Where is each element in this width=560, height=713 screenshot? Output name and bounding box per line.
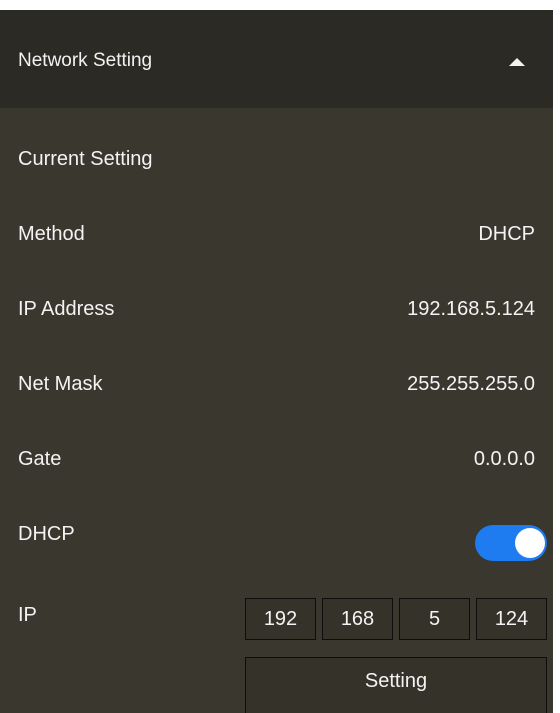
- ip-octet-3-input[interactable]: [399, 598, 470, 640]
- ip-octet-4-input[interactable]: [476, 598, 547, 640]
- toggle-knob: [515, 528, 545, 558]
- ip-address-value: 192.168.5.124: [407, 298, 535, 320]
- gate-label: Gate: [18, 448, 62, 470]
- ip-octet-2-input[interactable]: [322, 598, 393, 640]
- current-setting-heading: Current Setting: [18, 148, 153, 170]
- net-mask-value: 255.255.255.0: [407, 373, 535, 395]
- ip-label: IP: [18, 604, 37, 626]
- gate-value: 0.0.0.0: [473, 448, 535, 470]
- panel-header[interactable]: Network Setting: [0, 10, 553, 108]
- method-value: DHCP: [478, 223, 535, 245]
- chevron-up-icon[interactable]: [506, 54, 528, 68]
- panel-title: Network Setting: [18, 50, 153, 71]
- right-margin: [553, 0, 560, 713]
- net-mask-label: Net Mask: [18, 373, 103, 395]
- top-margin: [0, 0, 560, 10]
- dhcp-label: DHCP: [18, 523, 75, 545]
- dhcp-toggle[interactable]: [475, 525, 547, 561]
- method-label: Method: [18, 223, 85, 245]
- ip-octet-1-input[interactable]: [245, 598, 316, 640]
- network-setting-panel: Network Setting Current Setting Method D…: [0, 10, 553, 713]
- ip-address-label: IP Address: [18, 298, 115, 320]
- setting-button[interactable]: Setting: [245, 657, 547, 713]
